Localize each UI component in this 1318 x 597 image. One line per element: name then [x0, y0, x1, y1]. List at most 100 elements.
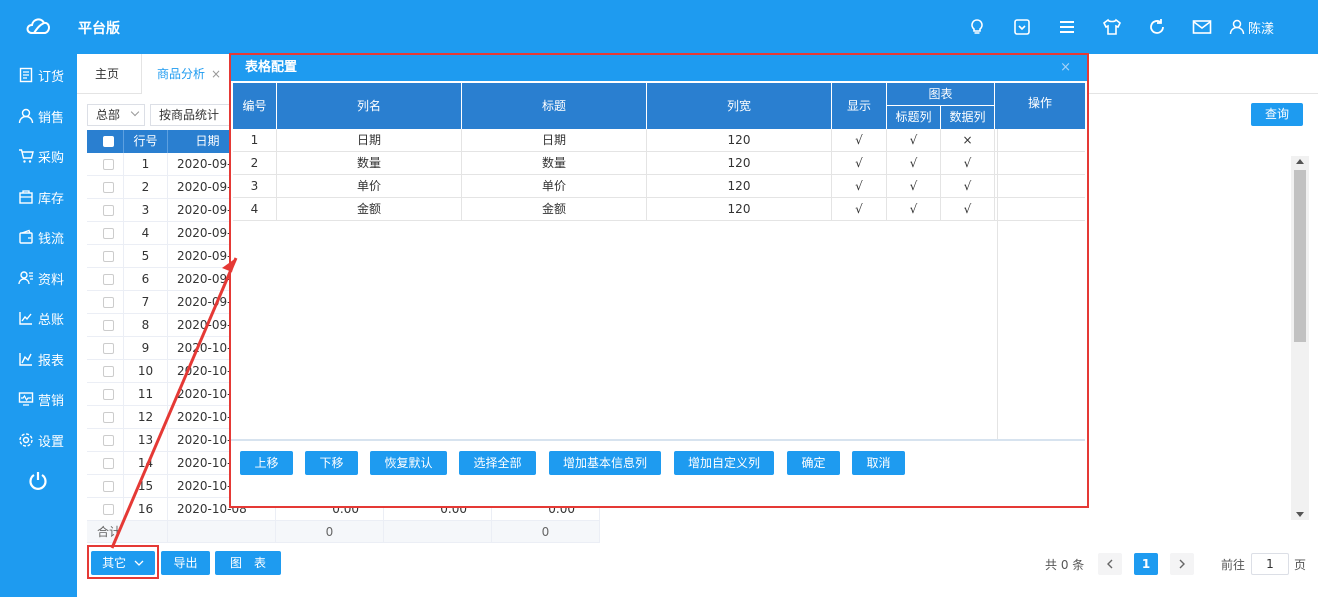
confirm-button[interactable]: 确定 — [787, 451, 840, 475]
config-cell-title: 单价 — [462, 175, 647, 198]
row-checkbox[interactable] — [103, 251, 114, 262]
config-row[interactable]: 1 日期 日期 120 √ √ × — [233, 129, 1085, 152]
row-checkbox[interactable] — [103, 458, 114, 469]
select-all-button[interactable]: 选择全部 — [459, 451, 536, 475]
config-table-header: 编号 列名 标题 列宽 显示 图表 标题列 数据列 操作 — [233, 83, 1085, 129]
scroll-thumb[interactable] — [1294, 170, 1306, 342]
config-cell-title-col[interactable]: √ — [887, 175, 941, 198]
checkbox-cell — [87, 291, 124, 314]
sidebar-item-report[interactable]: 报表 — [0, 344, 77, 374]
row-checkbox[interactable] — [103, 205, 114, 216]
chevron-left-icon — [1107, 559, 1113, 569]
sidebar-item-label: 钱流 — [38, 231, 65, 247]
header-show: 显示 — [832, 83, 887, 129]
row-checkbox[interactable] — [103, 320, 114, 331]
row-checkbox[interactable] — [103, 504, 114, 515]
row-checkbox[interactable] — [103, 435, 114, 446]
prev-page-button[interactable] — [1098, 553, 1122, 575]
config-cell-ops — [995, 129, 1085, 152]
sidebar-item-settings[interactable]: 设置 — [0, 425, 77, 455]
total-count: 共 0 条 — [1045, 558, 1085, 572]
export-button[interactable]: 导出 — [161, 551, 210, 575]
config-cell-data-col[interactable]: √ — [941, 175, 995, 198]
row-checkbox[interactable] — [103, 389, 114, 400]
sidebar-item-cashflow[interactable]: 钱流 — [0, 222, 77, 252]
page-number[interactable]: 1 — [1134, 553, 1158, 575]
chart-button[interactable]: 图 表 — [215, 551, 281, 575]
vertical-scrollbar[interactable] — [1291, 156, 1309, 520]
sidebar-item-label: 报表 — [38, 353, 65, 369]
row-checkbox[interactable] — [103, 481, 114, 492]
scroll-up-icon[interactable] — [1296, 159, 1304, 164]
tab-product-analysis[interactable]: 商品分析 × — [141, 54, 233, 94]
person-icon — [18, 108, 34, 124]
add-basic-column-button[interactable]: 增加基本信息列 — [549, 451, 661, 475]
add-custom-column-button[interactable]: 增加自定义列 — [674, 451, 774, 475]
config-cell-data-col[interactable]: √ — [941, 152, 995, 175]
user-menu[interactable]: 陈漾 — [1229, 18, 1274, 37]
sidebar-item-inventory[interactable]: 库存 — [0, 182, 77, 212]
bulb-icon[interactable] — [964, 14, 990, 40]
move-up-button[interactable]: 上移 — [240, 451, 293, 475]
query-button[interactable]: 查询 — [1251, 103, 1303, 126]
checkbox-cell — [87, 429, 124, 452]
close-tab-icon[interactable]: × — [211, 67, 221, 81]
sidebar-item-purchase[interactable]: 采购 — [0, 141, 77, 171]
refresh-icon[interactable] — [1144, 14, 1170, 40]
config-cell-no: 4 — [233, 198, 277, 221]
goto-page-input[interactable]: 1 — [1251, 553, 1289, 575]
row-checkbox[interactable] — [103, 297, 114, 308]
close-icon[interactable]: × — [1060, 55, 1071, 81]
row-checkbox[interactable] — [103, 228, 114, 239]
row-checkbox[interactable] — [103, 412, 114, 423]
config-cell-title-col[interactable]: √ — [887, 129, 941, 152]
config-cell-data-col[interactable]: √ — [941, 198, 995, 221]
sidebar-item-ledger[interactable]: 总账 — [0, 303, 77, 333]
row-checkbox[interactable] — [103, 182, 114, 193]
config-cell-show[interactable]: √ — [832, 175, 887, 198]
row-checkbox[interactable] — [103, 366, 114, 377]
header-chart-data-col: 数据列 — [941, 106, 995, 129]
sidebar-item-order[interactable]: 订货 — [0, 60, 77, 90]
select-all-checkbox[interactable] — [103, 136, 114, 147]
row-no: 14 — [124, 452, 168, 475]
checkbox-cell — [87, 222, 124, 245]
power-icon[interactable] — [27, 470, 49, 492]
row-checkbox[interactable] — [103, 343, 114, 354]
cancel-button[interactable]: 取消 — [852, 451, 905, 475]
restore-default-button[interactable]: 恢复默认 — [370, 451, 447, 475]
mail-icon[interactable] — [1189, 14, 1215, 40]
scroll-down-icon[interactable] — [1296, 512, 1304, 517]
config-cell-show[interactable]: √ — [832, 152, 887, 175]
config-cell-width: 120 — [647, 175, 832, 198]
sidebar-item-label: 采购 — [38, 150, 65, 166]
config-cell-ops — [995, 198, 1085, 221]
sidebar-item-data[interactable]: 资料 — [0, 263, 77, 293]
wallet-icon — [19, 229, 33, 244]
row-checkbox[interactable] — [103, 159, 114, 170]
download-box-icon[interactable] — [1009, 14, 1035, 40]
sidebar-item-marketing[interactable]: 营销 — [0, 384, 77, 414]
scope-select[interactable]: 总部 — [87, 104, 145, 126]
stat-mode-select[interactable]: 按商品统计 — [150, 104, 232, 126]
report-chart-icon — [19, 353, 32, 366]
config-cell-show[interactable]: √ — [832, 198, 887, 221]
config-row[interactable]: 4 金额 金额 120 √ √ √ — [233, 198, 1085, 221]
shirt-icon[interactable] — [1099, 14, 1125, 40]
sidebar-item-sales[interactable]: 销售 — [0, 101, 77, 131]
row-checkbox[interactable] — [103, 274, 114, 285]
config-cell-title-col[interactable]: √ — [887, 198, 941, 221]
config-cell-data-col[interactable]: × — [941, 129, 995, 152]
config-cell-title-col[interactable]: √ — [887, 152, 941, 175]
ledger-chart-icon — [19, 312, 32, 325]
next-page-button[interactable] — [1170, 553, 1194, 575]
tab-home[interactable]: 主页 — [95, 54, 119, 94]
config-row[interactable]: 2 数量 数量 120 √ √ √ — [233, 152, 1085, 175]
row-no: 11 — [124, 383, 168, 406]
row-no: 13 — [124, 429, 168, 452]
menu-icon[interactable] — [1054, 14, 1080, 40]
config-cell-show[interactable]: √ — [832, 129, 887, 152]
move-down-button[interactable]: 下移 — [305, 451, 358, 475]
row-no: 3 — [124, 199, 168, 222]
config-row[interactable]: 3 单价 单价 120 √ √ √ — [233, 175, 1085, 198]
